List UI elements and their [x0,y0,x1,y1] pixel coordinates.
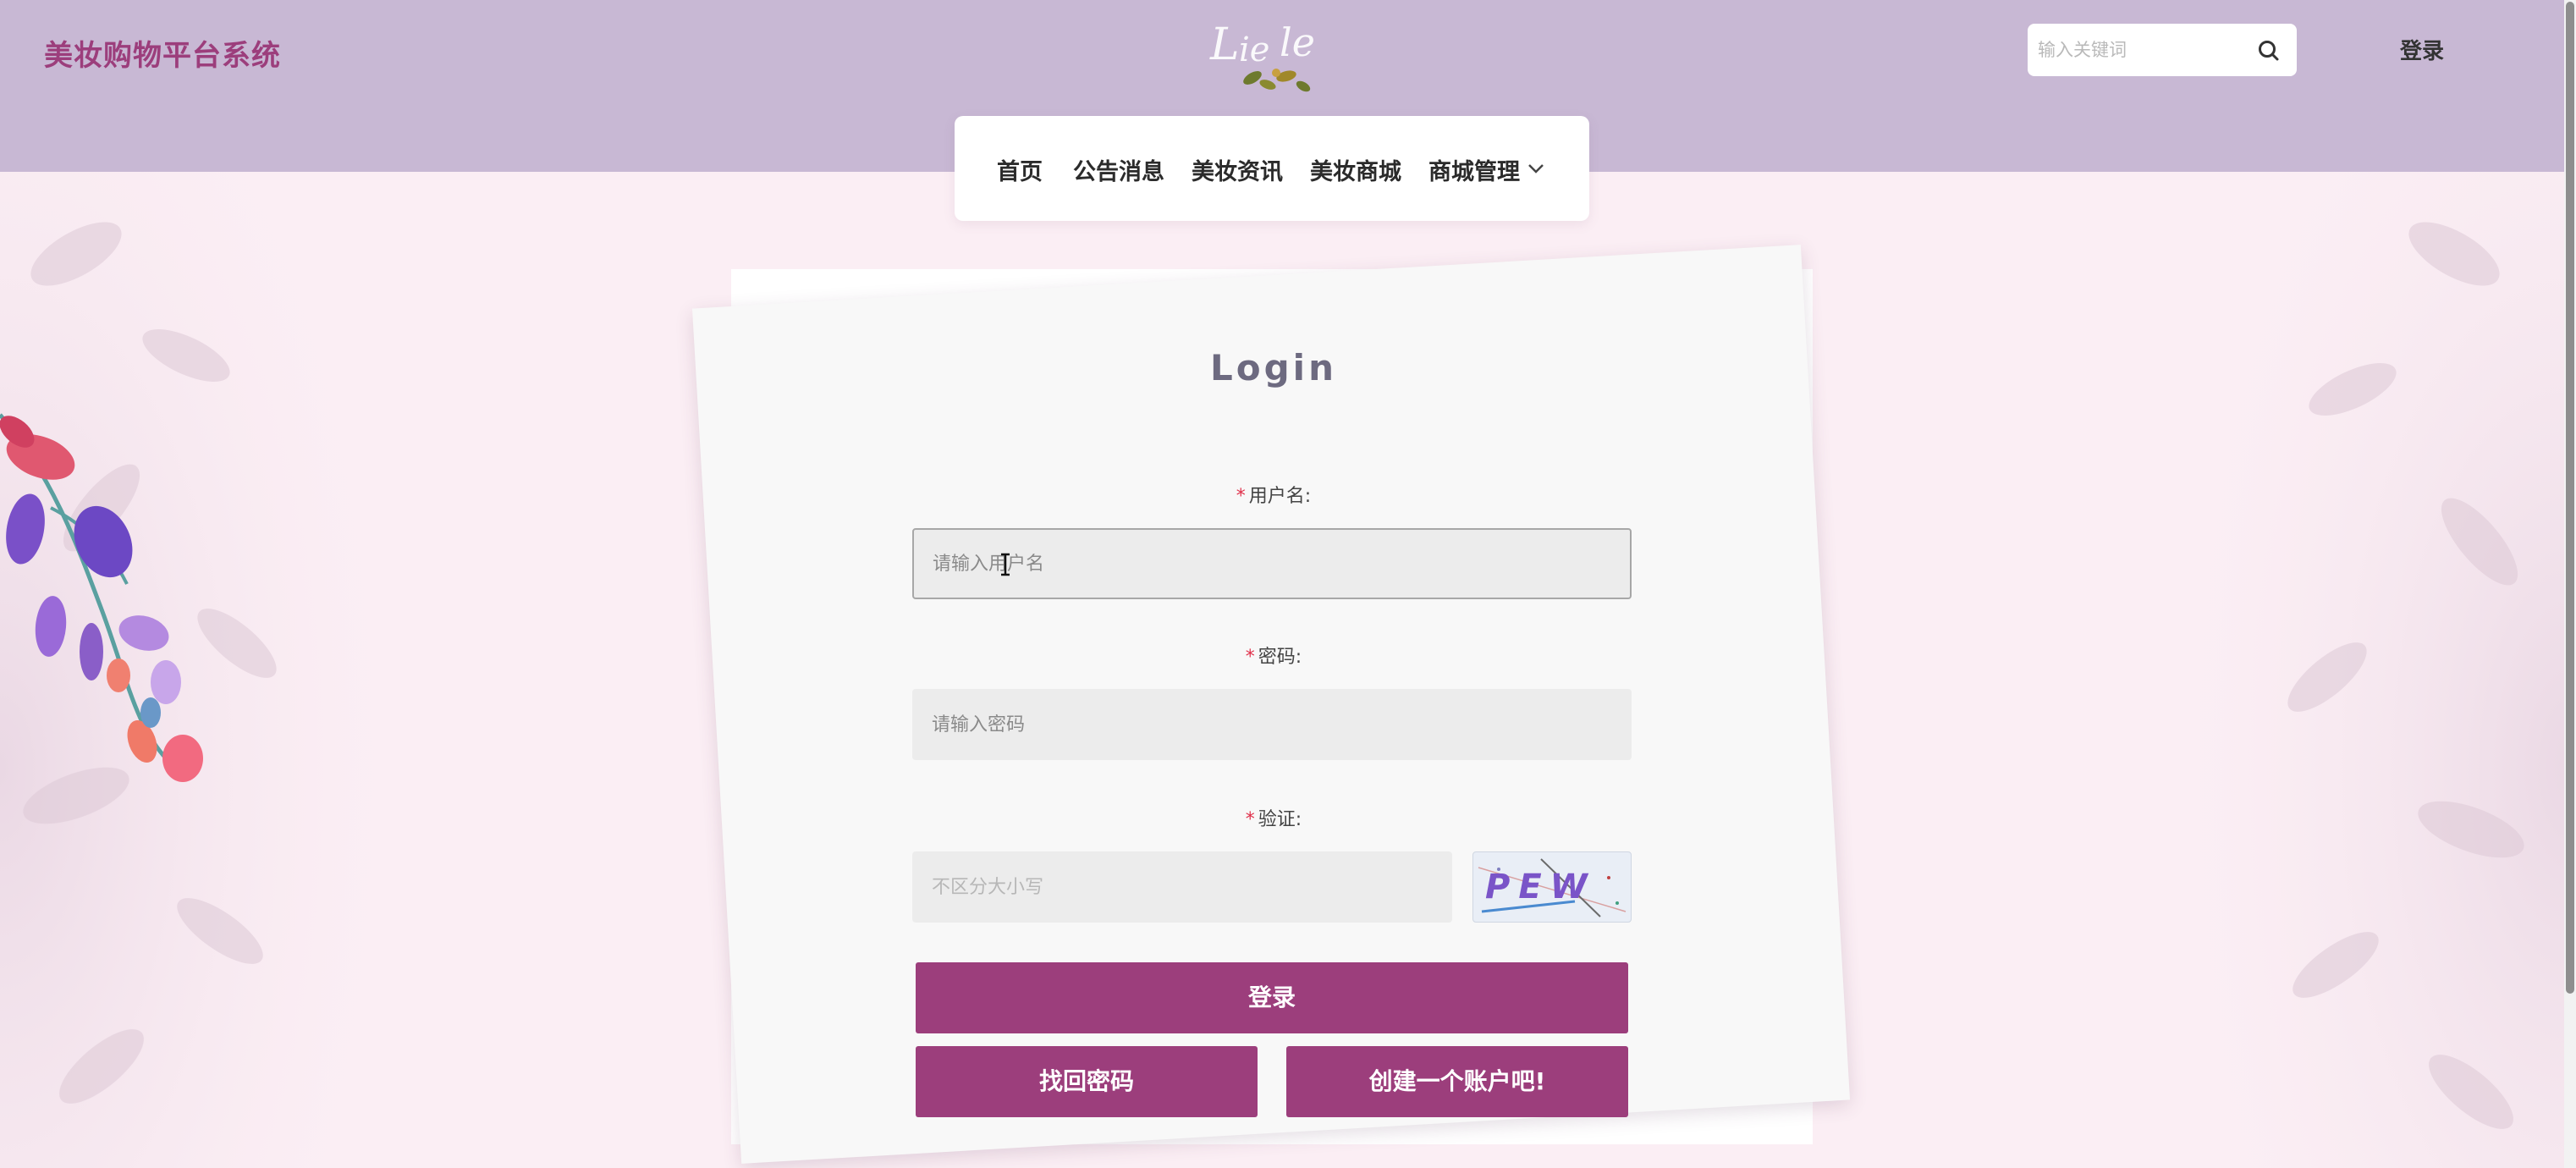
username-label-text: 用户名: [1248,486,1312,507]
page-scrollbar[interactable] [2564,0,2576,1168]
scrollbar-thumb[interactable] [2566,2,2574,994]
verify-label-text: 验证: [1258,809,1302,830]
search-input[interactable] [2038,32,2249,68]
search-icon[interactable] [2256,38,2282,63]
brand-logo[interactable]: L ie le [1202,5,1347,98]
text-cursor-icon [1001,553,1010,576]
nav-item-mall-management[interactable]: 商城管理 [1428,153,1520,186]
password-label: * 密码: [0,642,2547,669]
register-button[interactable]: 创建一个账户吧! [1286,1046,1628,1117]
password-field[interactable] [912,689,1632,760]
username-label: * 用户名: [0,481,2547,508]
nav-item-home[interactable]: 首页 [997,153,1043,186]
username-field[interactable] [912,528,1632,599]
verify-code-field[interactable] [912,851,1452,923]
required-mark: * [1236,486,1246,507]
nav-item-announcements[interactable]: 公告消息 [1073,153,1164,186]
svg-text:L: L [1209,19,1240,70]
required-mark: * [1245,647,1255,668]
search-box [2028,24,2297,76]
forgot-password-button[interactable]: 找回密码 [916,1046,1258,1117]
verify-label: * 验证: [0,804,2547,831]
login-title: Login [1210,347,1337,388]
site-title[interactable]: 美妆购物平台系统 [44,32,281,74]
nav-item-beauty-news[interactable]: 美妆资讯 [1192,153,1283,186]
svg-text:ie: ie [1239,30,1269,69]
chevron-down-icon[interactable] [1527,162,1545,175]
captcha-image[interactable]: PEW [1472,851,1632,923]
captcha-text: PEW [1485,868,1596,906]
header-login-link[interactable]: 登录 [2400,34,2444,65]
login-button[interactable]: 登录 [916,962,1628,1033]
required-mark: * [1245,809,1255,830]
flower-branch-decoration [0,413,203,782]
captcha-graphic: PEW [1478,858,1627,917]
nav-item-beauty-mall[interactable]: 美妆商城 [1310,153,1401,186]
main-nav: 首页 公告消息 美妆资讯 美妆商城 商城管理 [955,116,1589,221]
svg-text:le: le [1280,19,1315,65]
password-label-text: 密码: [1258,647,1302,668]
